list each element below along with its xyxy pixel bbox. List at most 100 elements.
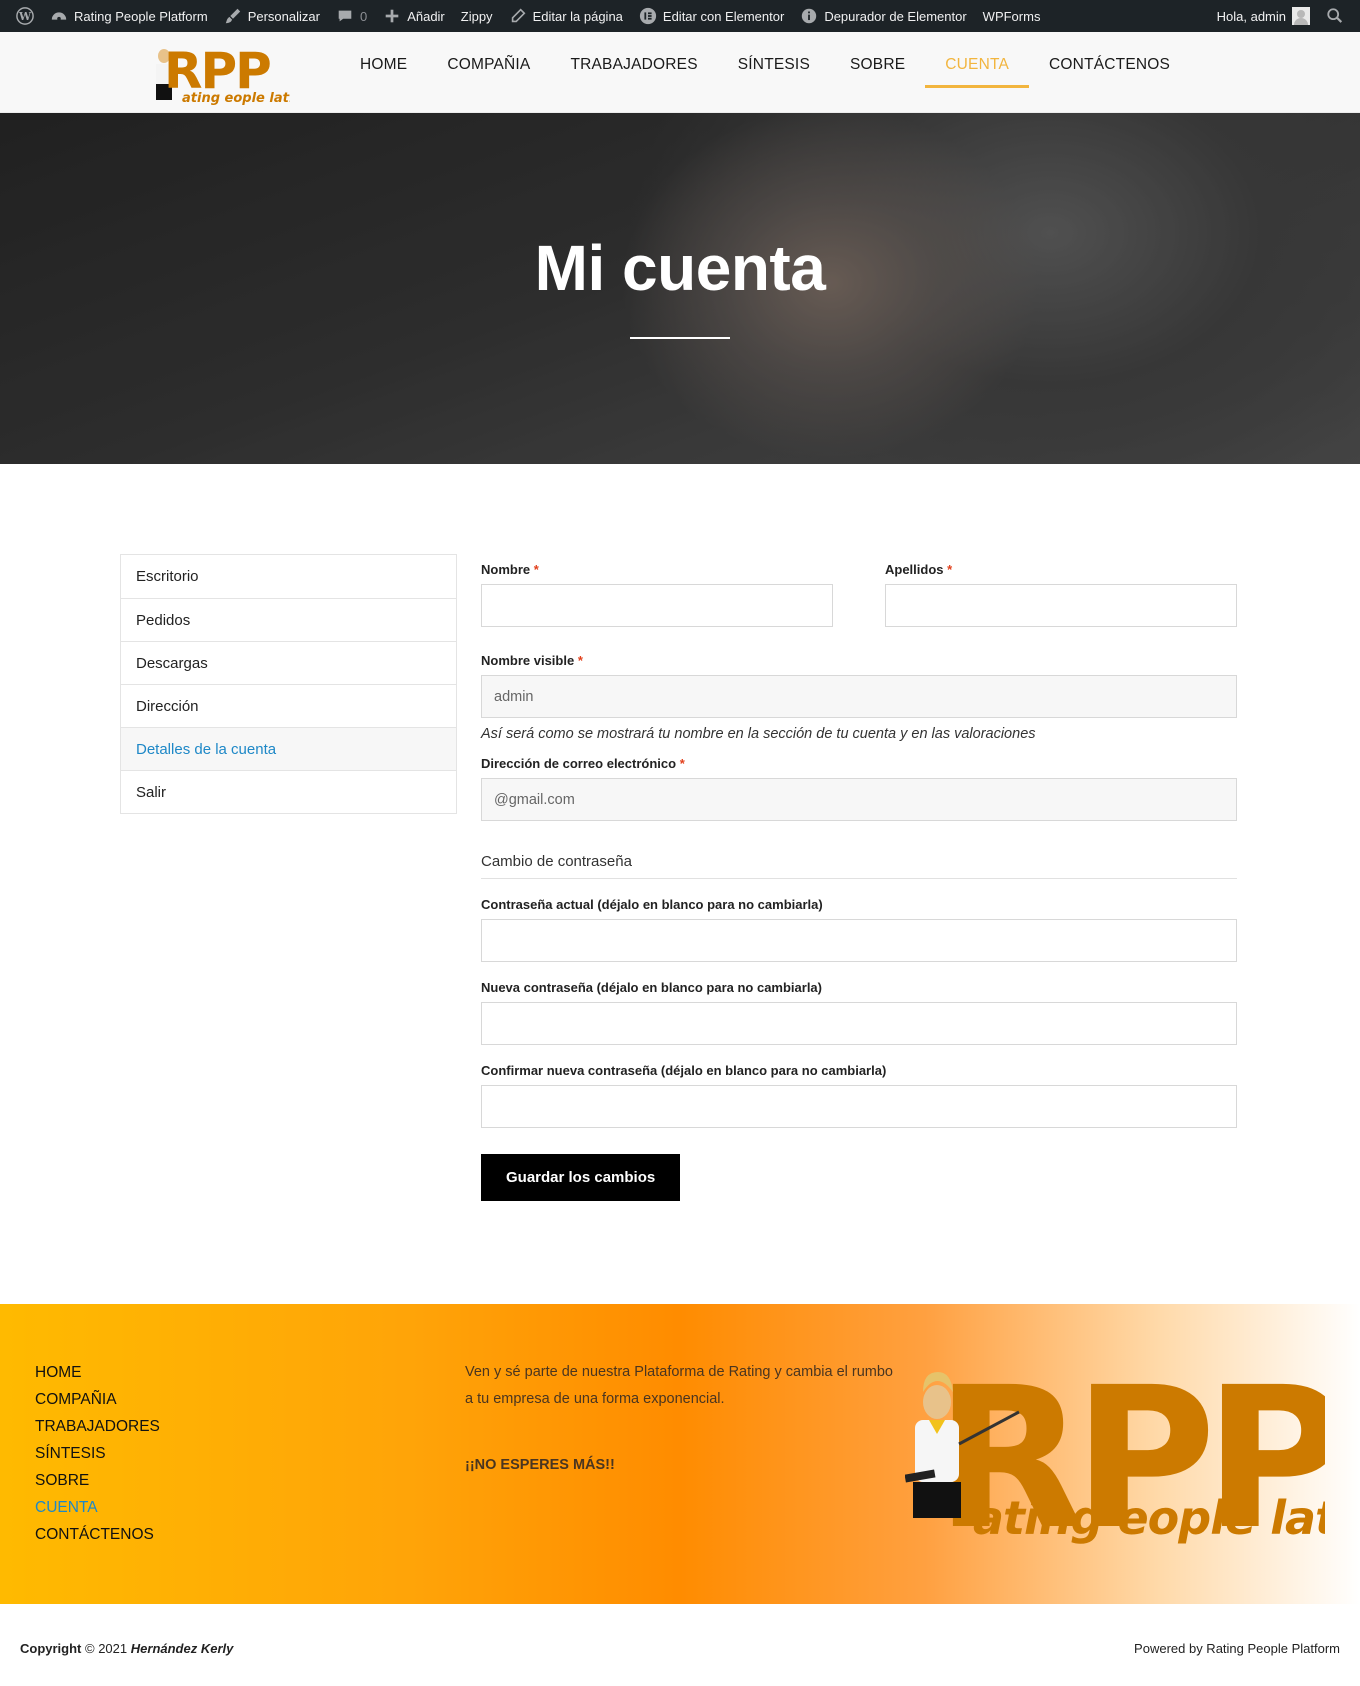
first-name-label: Nombre * — [481, 562, 833, 577]
account-content: Escritorio Pedidos Descargas Dirección D… — [0, 464, 1360, 1304]
footer-nav: HOME COMPAÑIA TRABAJADORES SÍNTESIS SOBR… — [35, 1359, 160, 1548]
last-name-field[interactable] — [885, 584, 1237, 627]
current-password-label: Contraseña actual (déjalo en blanco para… — [481, 897, 823, 912]
account-nav-salir[interactable]: Salir — [121, 770, 456, 813]
customize-link[interactable]: Personalizar — [216, 0, 328, 32]
site-name-link[interactable]: Rating People Platform — [42, 0, 216, 32]
copyright-bar: Copyright © 2021 Hernández Kerly Powered… — [0, 1604, 1360, 1686]
new-password-label: Nueva contraseña (déjalo en blanco para … — [481, 980, 822, 995]
plus-icon — [383, 7, 401, 25]
footer-nav-contactenos[interactable]: CONTÁCTENOS — [35, 1521, 160, 1548]
footer-cta: ¡¡NO ESPERES MÁS!! — [465, 1457, 615, 1473]
site-logo[interactable]: RPP ating eople latform — [150, 40, 290, 106]
main-nav: HOME COMPAÑIA TRABAJADORES SÍNTESIS SOBR… — [340, 32, 1190, 113]
copyright-author: Hernández Kerly — [130, 1641, 234, 1656]
edit-elementor-link[interactable]: Editar con Elementor — [631, 0, 792, 32]
site-name-label: Rating People Platform — [74, 8, 208, 24]
footer-nav-compania[interactable]: COMPAÑIA — [35, 1386, 160, 1413]
page-hero: Mi cuenta — [0, 113, 1360, 464]
copyright-year: © 2021 — [85, 1641, 128, 1656]
avatar — [1292, 7, 1310, 25]
account-details-form: Nombre * Apellidos * Nombre visible * As… — [481, 554, 1237, 1201]
copyright-word: Copyright — [20, 1641, 82, 1656]
display-name-hint: Así será como se mostrará tu nombre en l… — [481, 726, 1036, 742]
comment-bubble-icon — [336, 7, 354, 25]
footer-logo-subtitle: ating eople latform — [973, 1491, 1325, 1544]
footer-nav-sintesis[interactable]: SÍNTESIS — [35, 1440, 160, 1467]
comments-count: 0 — [359, 8, 368, 24]
pencil-icon — [509, 7, 527, 25]
nav-home[interactable]: HOME — [340, 32, 427, 113]
add-new-label: Añadir — [407, 8, 445, 24]
footer-nav-sobre[interactable]: SOBRE — [35, 1467, 160, 1494]
my-account-link[interactable]: Hola, admin — [1209, 0, 1318, 32]
edit-page-link[interactable]: Editar la página — [501, 0, 631, 32]
zippy-link[interactable]: Zippy — [453, 0, 501, 32]
footer-nav-cuenta[interactable]: CUENTA — [35, 1494, 160, 1521]
edit-elementor-label: Editar con Elementor — [662, 8, 785, 24]
footer-nav-trabajadores[interactable]: TRABAJADORES — [35, 1413, 160, 1440]
wordpress-logo-button[interactable]: W — [8, 0, 42, 32]
confirm-password-label: Confirmar nueva contraseña (déjalo en bl… — [481, 1063, 887, 1078]
logo-subtitle: ating eople latform — [182, 91, 290, 106]
comments-link[interactable]: 0 — [328, 0, 375, 32]
info-icon — [800, 7, 818, 25]
email-label-text: Dirección de correo electrónico — [481, 756, 677, 771]
required-mark: * — [533, 562, 539, 577]
site-header: RPP ating eople latform HOME COMPAÑIA TR… — [0, 32, 1360, 113]
required-mark: * — [679, 756, 685, 771]
edit-page-label: Editar la página — [532, 8, 623, 24]
customize-label: Personalizar — [247, 8, 320, 24]
footer-nav-home[interactable]: HOME — [35, 1359, 160, 1386]
copyright-text: Copyright © 2021 Hernández Kerly — [20, 1641, 233, 1656]
nav-trabajadores[interactable]: TRABAJADORES — [550, 32, 717, 113]
confirm-password-field[interactable] — [481, 1085, 1237, 1128]
account-nav-detalles[interactable]: Detalles de la cuenta — [121, 727, 456, 770]
current-password-field[interactable] — [481, 919, 1237, 962]
account-nav-direccion[interactable]: Dirección — [121, 684, 456, 727]
account-nav-escritorio[interactable]: Escritorio — [121, 555, 456, 598]
wpforms-label: WPForms — [982, 8, 1041, 24]
add-new-link[interactable]: Añadir — [375, 0, 453, 32]
zippy-label: Zippy — [460, 8, 493, 24]
account-nav-descargas[interactable]: Descargas — [121, 641, 456, 684]
elementor-debugger-label: Depurador de Elementor — [824, 8, 967, 24]
nav-compania[interactable]: COMPAÑIA — [427, 32, 550, 113]
first-name-field[interactable] — [481, 584, 833, 627]
svg-text:W: W — [18, 10, 32, 23]
footer-logo: RPP ating eople latform — [905, 1354, 1325, 1544]
dashboard-gauge-icon — [50, 7, 68, 25]
wpforms-link[interactable]: WPForms — [975, 0, 1049, 32]
save-changes-button[interactable]: Guardar los cambios — [481, 1154, 681, 1201]
powered-by-text: Powered by Rating People Platform — [1134, 1641, 1340, 1656]
required-mark: * — [577, 653, 583, 668]
new-password-field[interactable] — [481, 1002, 1237, 1045]
paintbrush-icon — [224, 7, 242, 25]
account-navigation: Escritorio Pedidos Descargas Dirección D… — [120, 554, 457, 814]
admin-bar: W Rating People Platform Personalizar 0 … — [0, 0, 1360, 32]
nav-sintesis[interactable]: SÍNTESIS — [718, 32, 830, 113]
required-mark: * — [947, 562, 953, 577]
admin-search-button[interactable] — [1318, 0, 1352, 32]
elementor-debugger-link[interactable]: Depurador de Elementor — [792, 0, 974, 32]
first-name-label-text: Nombre — [481, 562, 531, 577]
page-title: Mi cuenta — [534, 232, 826, 304]
greeting-label: Hola, admin — [1216, 8, 1286, 24]
display-name-label-text: Nombre visible — [481, 653, 575, 668]
email-label: Dirección de correo electrónico * — [481, 756, 1237, 771]
password-change-legend: Cambio de contraseña — [481, 839, 1237, 879]
elementor-icon — [639, 7, 657, 25]
display-name-field[interactable] — [481, 675, 1237, 718]
search-icon — [1326, 7, 1344, 25]
account-nav-pedidos[interactable]: Pedidos — [121, 598, 456, 641]
last-name-label-text: Apellidos — [885, 562, 944, 577]
hero-divider — [630, 337, 730, 339]
email-field[interactable] — [481, 778, 1237, 821]
display-name-label: Nombre visible * — [481, 653, 1237, 668]
nav-sobre[interactable]: SOBRE — [830, 32, 925, 113]
site-footer: HOME COMPAÑIA TRABAJADORES SÍNTESIS SOBR… — [0, 1304, 1360, 1604]
nav-contactenos[interactable]: CONTÁCTENOS — [1029, 32, 1190, 113]
nav-cuenta[interactable]: CUENTA — [925, 32, 1029, 113]
wordpress-icon: W — [16, 7, 34, 25]
footer-description: Ven y sé parte de nuestra Plataforma de … — [465, 1364, 893, 1407]
